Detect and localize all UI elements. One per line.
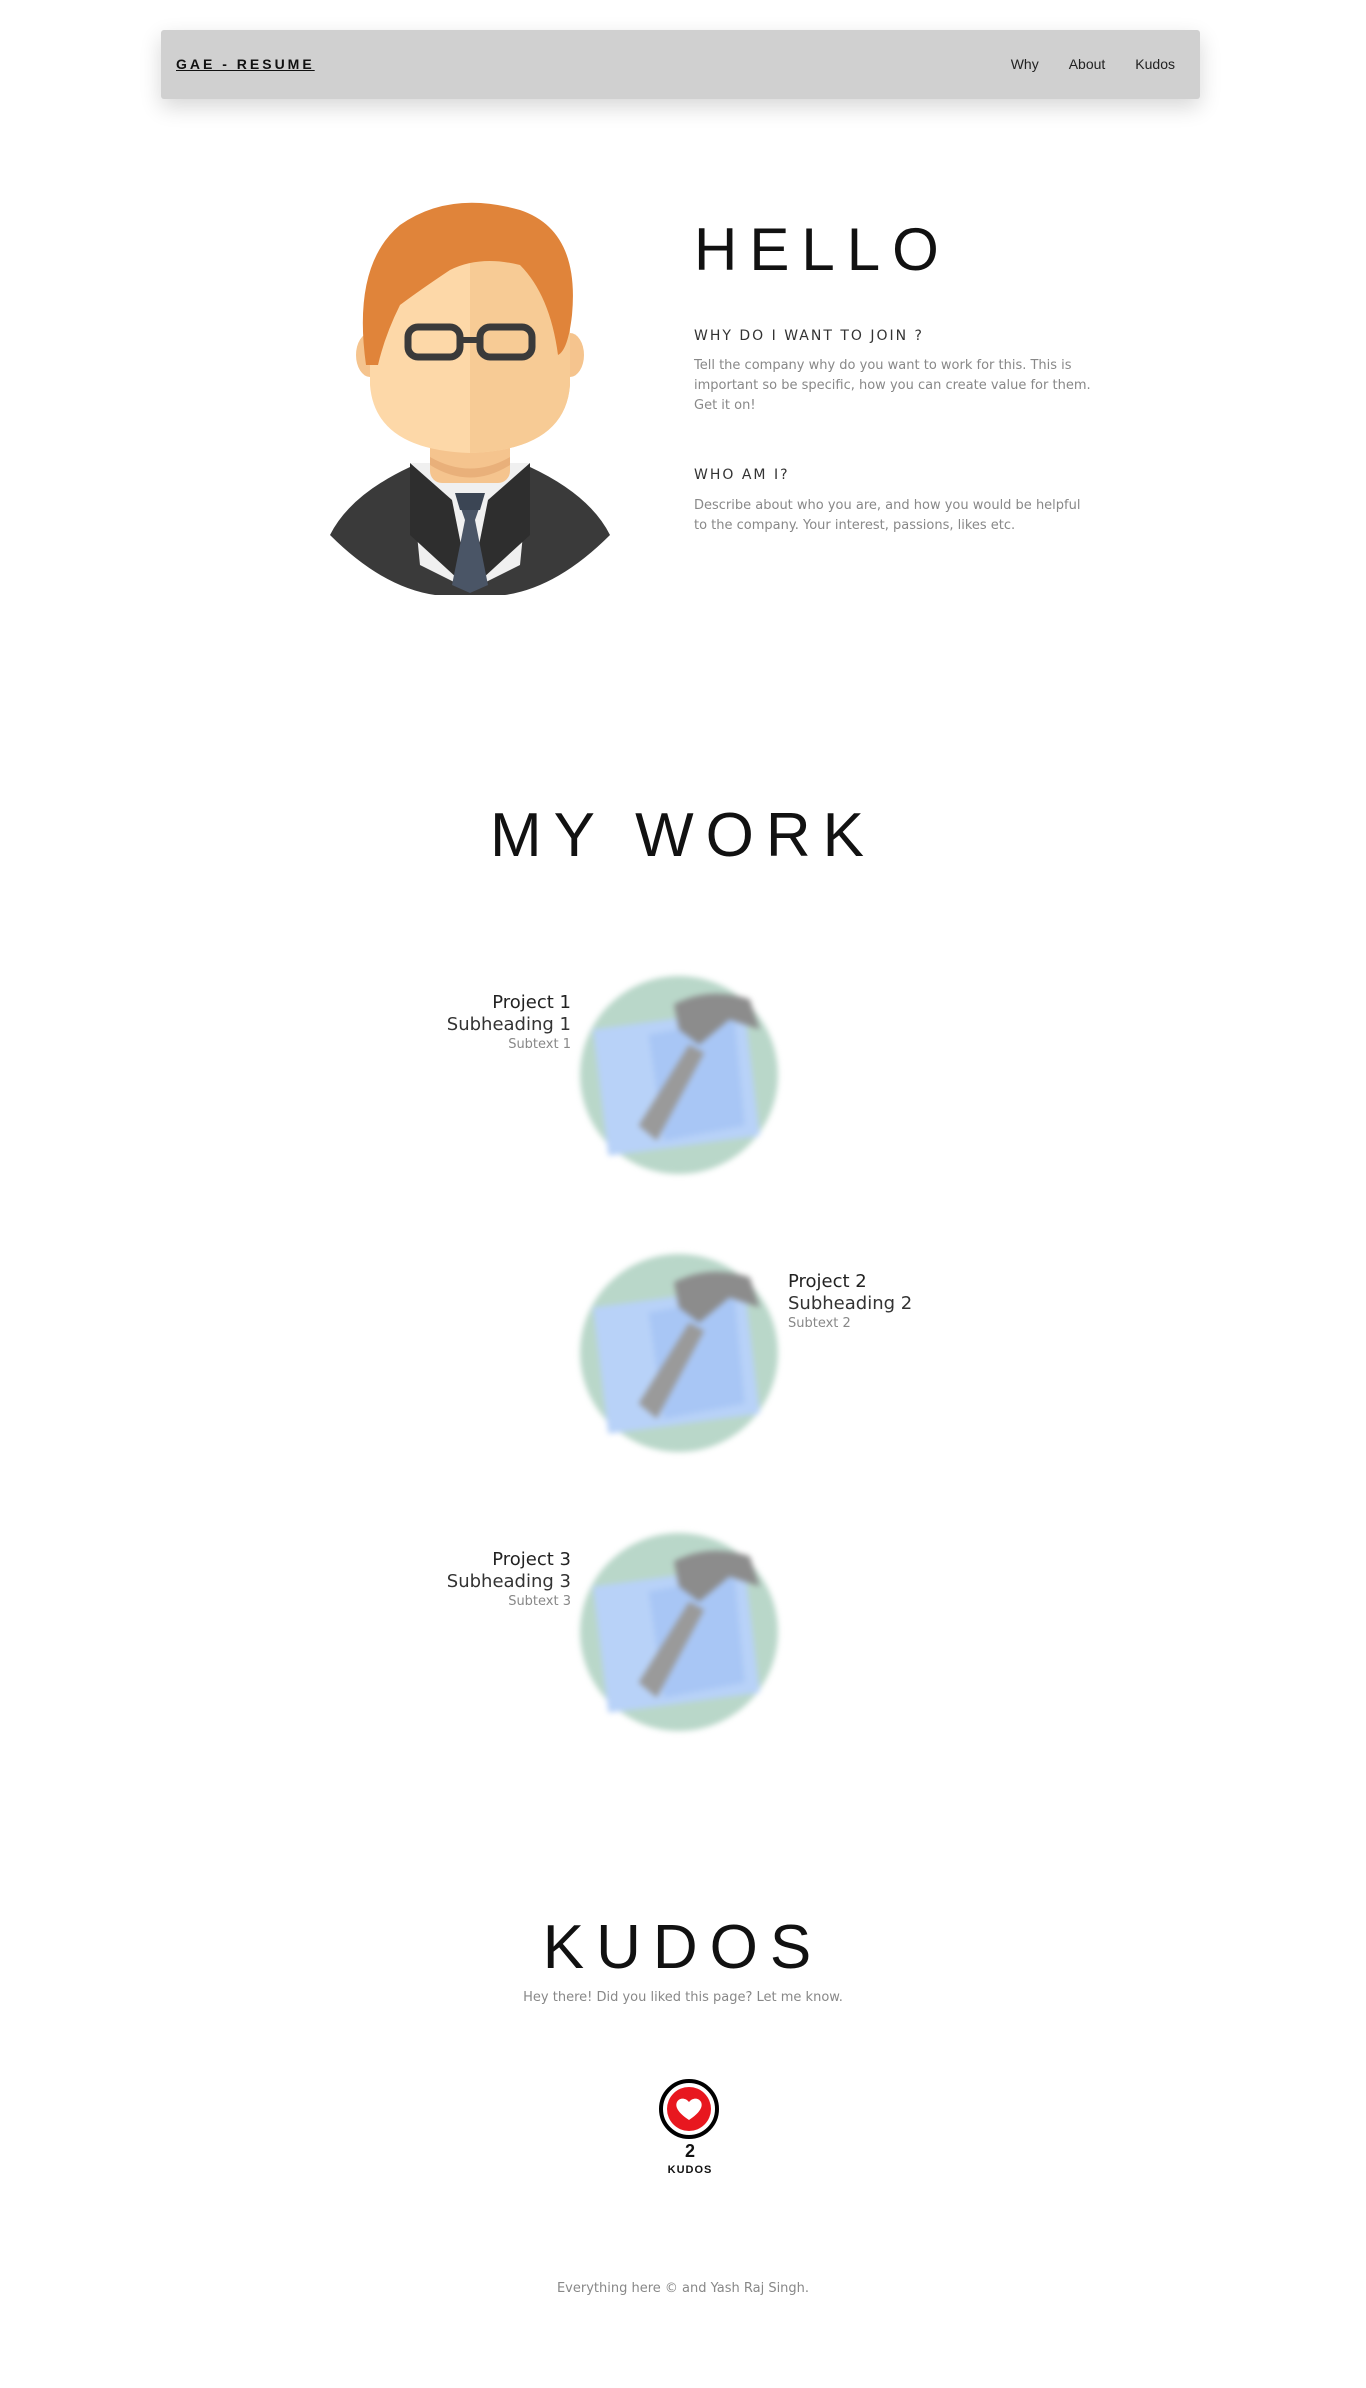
nav-links: Why About Kudos — [1011, 56, 1175, 72]
kudos-count: 2 — [684, 2141, 695, 2161]
project-3-subheading: Subheading 3 — [446, 1571, 571, 1592]
nav-link-about[interactable]: About — [1069, 56, 1106, 72]
footer-text: Everything here © and Yash Raj Singh. — [556, 2281, 810, 2296]
project-2-image[interactable] — [578, 1252, 780, 1454]
kudos-title: KUDOS — [542, 1913, 824, 1982]
project-2-subheading: Subheading 2 — [788, 1293, 913, 1314]
project-3-subtext: Subtext 3 — [508, 1594, 571, 1609]
project-3-label: Project 3 Subheading 3 Subtext 3 — [447, 1549, 571, 1610]
why-text: Tell the company why do you want to work… — [694, 358, 1091, 413]
kudos-label: KUDOS — [667, 2164, 713, 2176]
kudos-heart-button[interactable] — [659, 2079, 719, 2139]
project-1-subtext: Subtext 1 — [508, 1037, 571, 1052]
navbar: GAE - RESUME Why About Kudos — [161, 30, 1200, 99]
why-heading: WHY DO I WANT TO JOIN ? — [694, 328, 924, 344]
project-3-image[interactable] — [578, 1531, 780, 1733]
work-title: MY WORK — [490, 801, 876, 870]
project-2-label: Project 2 Subheading 2 Subtext 2 — [788, 1271, 912, 1332]
project-1-title: Project 1 — [492, 992, 571, 1013]
project-2-subtext: Subtext 2 — [788, 1316, 851, 1331]
project-2-title: Project 2 — [788, 1271, 867, 1292]
brand-link[interactable]: GAE - RESUME — [176, 56, 315, 72]
hello-title: HELLO — [694, 216, 951, 283]
avatar-image — [330, 202, 610, 595]
nav-link-why[interactable]: Why — [1011, 56, 1039, 72]
nav-link-kudos[interactable]: Kudos — [1135, 56, 1175, 72]
who-heading: WHO AM I? — [694, 467, 790, 483]
kudos-subtitle: Hey there! Did you liked this page? Let … — [523, 1990, 843, 2005]
who-text: Describe about who you are, and how you … — [694, 498, 1081, 533]
project-3-title: Project 3 — [492, 1549, 571, 1570]
project-1-label: Project 1 Subheading 1 Subtext 1 — [447, 992, 571, 1053]
project-1-subheading: Subheading 1 — [446, 1014, 571, 1035]
project-1-image[interactable] — [578, 974, 780, 1176]
